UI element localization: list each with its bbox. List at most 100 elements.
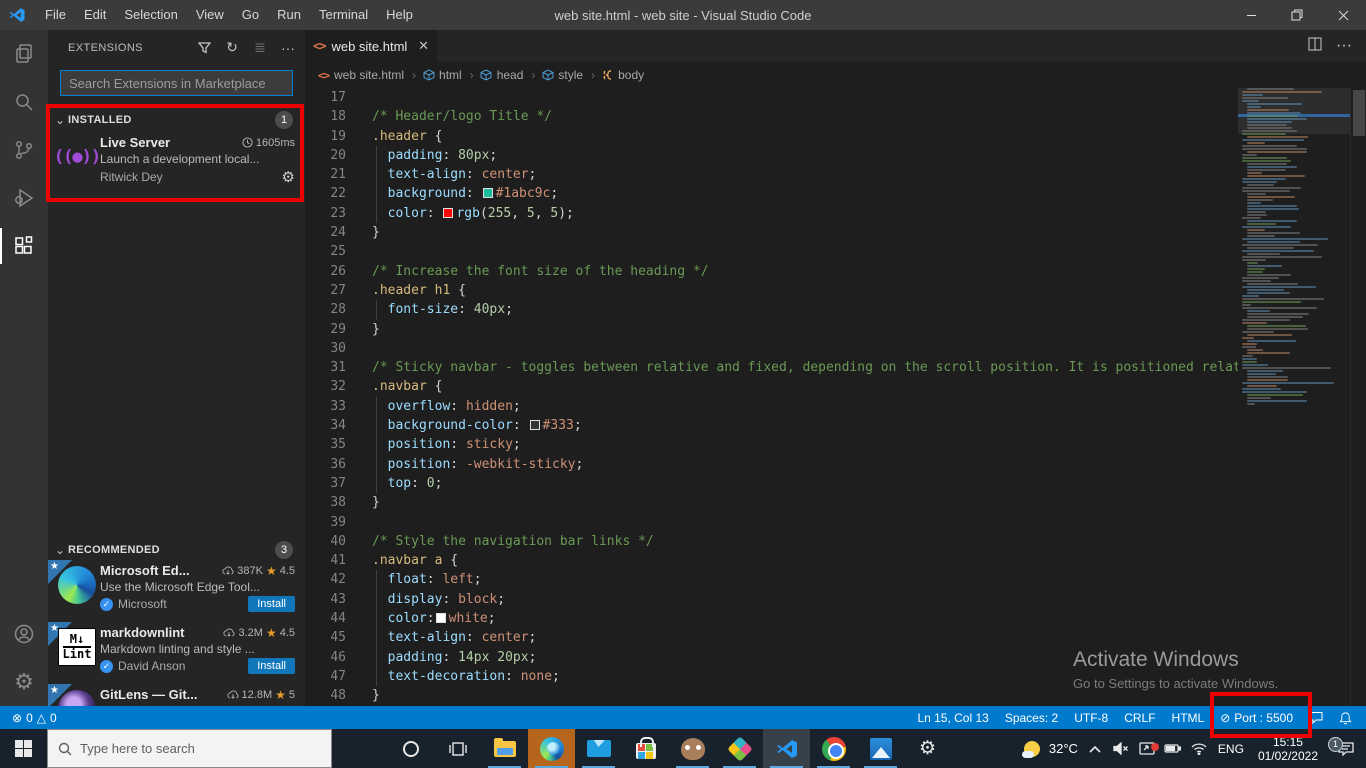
settings-icon[interactable]: ⚙: [904, 729, 951, 768]
accounts-icon[interactable]: [0, 610, 48, 658]
mail-icon[interactable]: [575, 729, 622, 768]
refresh-icon[interactable]: ↻: [223, 39, 241, 57]
more-actions-icon[interactable]: ···: [279, 39, 297, 57]
clear-results-icon[interactable]: ≣: [251, 39, 269, 57]
live-server-port[interactable]: ⊘ Port : 5500: [1212, 706, 1301, 729]
diamond-app-icon[interactable]: [716, 729, 763, 768]
install-button[interactable]: Install: [248, 658, 295, 674]
code-editor[interactable]: 17 18/* Header/logo Title */19 .header {20…: [305, 88, 1238, 706]
code-line[interactable]: 21 text-align: center;: [305, 165, 1238, 185]
task-view-icon[interactable]: [434, 729, 481, 768]
indentation-indicator[interactable]: Spaces: 2: [997, 706, 1066, 729]
tab-close-icon[interactable]: ✕: [418, 38, 429, 54]
chrome-icon[interactable]: [810, 729, 857, 768]
start-button[interactable]: [0, 729, 47, 768]
cast-screen-icon[interactable]: [1134, 742, 1160, 755]
eol-indicator[interactable]: CRLF: [1116, 706, 1163, 729]
extension-live-server[interactable]: ((●)) Live Server 1605ms Launch a develo…: [48, 132, 305, 194]
code-line[interactable]: 40/* Style the navigation bar links */: [305, 532, 1238, 551]
breadcrumb-item[interactable]: <> style: [541, 68, 599, 82]
code-line[interactable]: 23 color: rgb(255, 5, 5);: [305, 203, 1238, 224]
editor-scrollbar[interactable]: [1350, 88, 1366, 706]
battery-icon[interactable]: [1160, 743, 1186, 754]
recommended-extension-item[interactable]: ★ markdownlint 3.2M ★ 4.5 Markdown linti…: [48, 622, 305, 684]
recommended-extension-item[interactable]: ★ Microsoft Ed... 387K ★ 4.5 Use the Mic…: [48, 560, 305, 622]
store-icon[interactable]: [622, 729, 669, 768]
recommended-section-header[interactable]: ⌄ RECOMMENDED 3: [48, 538, 305, 562]
code-line[interactable]: 25: [305, 242, 1238, 261]
menu-item[interactable]: Edit: [75, 0, 115, 30]
menu-item[interactable]: View: [187, 0, 233, 30]
code-line[interactable]: 26/* Increase the font size of the headi…: [305, 262, 1238, 281]
scrollbar-thumb[interactable]: [1353, 90, 1365, 136]
file-explorer-icon[interactable]: [481, 729, 528, 768]
install-button[interactable]: Install: [248, 596, 295, 612]
extensions-icon[interactable]: [0, 222, 48, 270]
code-line[interactable]: 43 display: block;: [305, 589, 1238, 610]
chevron-up-icon[interactable]: [1082, 745, 1108, 753]
code-line[interactable]: 22 background: #1abc9c;: [305, 184, 1238, 204]
source-control-icon[interactable]: [0, 126, 48, 174]
code-line[interactable]: 28 font-size: 40px;: [305, 300, 1238, 320]
settings-gear-icon[interactable]: ⚙: [0, 658, 48, 706]
code-line[interactable]: 18/* Header/logo Title */: [305, 107, 1238, 126]
run-debug-icon[interactable]: [0, 174, 48, 222]
code-line[interactable]: 24}: [305, 223, 1238, 242]
menu-item[interactable]: Go: [233, 0, 268, 30]
code-line[interactable]: 19 .header {: [305, 127, 1238, 146]
breadcrumb-item[interactable]: <> html: [422, 68, 478, 82]
search-icon[interactable]: [0, 78, 48, 126]
language-mode[interactable]: HTML: [1164, 706, 1213, 729]
manage-gear-icon[interactable]: ⚙: [282, 168, 295, 186]
menu-item[interactable]: Terminal: [310, 0, 377, 30]
vscode-taskbar-icon[interactable]: [763, 729, 810, 768]
breadcrumb-item[interactable]: <> head: [480, 68, 540, 82]
code-line[interactable]: 37 top: 0;: [305, 473, 1238, 494]
taskbar-search[interactable]: Type here to search: [47, 729, 332, 768]
menu-item[interactable]: Help: [377, 0, 422, 30]
feedback-icon[interactable]: [1301, 706, 1331, 729]
code-line[interactable]: 20 padding: 80px;: [305, 145, 1238, 166]
code-line[interactable]: 38}: [305, 493, 1238, 512]
language-indicator[interactable]: ENG: [1212, 742, 1250, 756]
breadcrumb-item[interactable]: <> body: [601, 68, 644, 82]
more-actions-icon[interactable]: ···: [1336, 37, 1352, 55]
encoding-indicator[interactable]: UTF-8: [1066, 706, 1116, 729]
action-center-icon[interactable]: 1: [1326, 736, 1366, 756]
code-line[interactable]: 30: [305, 339, 1238, 358]
restore-button[interactable]: [1274, 0, 1320, 30]
cursor-position[interactable]: Ln 15, Col 13: [909, 706, 996, 729]
menu-item[interactable]: File: [36, 0, 75, 30]
close-button[interactable]: [1320, 0, 1366, 30]
clock[interactable]: 15:15 01/02/2022: [1250, 735, 1326, 763]
code-line[interactable]: 35 position: sticky;: [305, 435, 1238, 455]
code-line[interactable]: 36 position: -webkit-sticky;: [305, 454, 1238, 474]
weather-icon[interactable]: [1015, 740, 1049, 758]
code-line[interactable]: 32 .navbar {: [305, 377, 1238, 396]
code-line[interactable]: 44 color: white;: [305, 609, 1238, 629]
volume-muted-icon[interactable]: [1108, 742, 1134, 755]
gimp-icon[interactable]: [669, 729, 716, 768]
code-line[interactable]: 27 .header h1 {: [305, 281, 1238, 300]
code-line[interactable]: 34 background-color: #333;: [305, 416, 1238, 436]
menu-item[interactable]: Selection: [115, 0, 186, 30]
photos-icon[interactable]: [857, 729, 904, 768]
code-line[interactable]: 39: [305, 513, 1238, 532]
filter-icon[interactable]: [195, 39, 213, 57]
menu-item[interactable]: Run: [268, 0, 310, 30]
cortana-icon[interactable]: [387, 729, 434, 768]
problems-indicator[interactable]: ⊗ 0 △ 0: [4, 706, 65, 729]
code-line[interactable]: 33 overflow: hidden;: [305, 396, 1238, 417]
tab-web-site-html[interactable]: <> web site.html ✕: [305, 30, 437, 62]
split-editor-icon[interactable]: [1308, 37, 1322, 56]
installed-section-header[interactable]: ⌄ INSTALLED 1: [48, 108, 305, 132]
recommended-extension-item[interactable]: ★ GitLens — Git... 12.8M ★ 5 ✓: [48, 684, 305, 706]
code-line[interactable]: 45 text-align: center;: [305, 628, 1238, 648]
temperature[interactable]: 32°C: [1049, 741, 1078, 756]
extensions-search-input[interactable]: [60, 70, 293, 96]
code-line[interactable]: 31/* Sticky navbar - toggles between rel…: [305, 358, 1238, 377]
edge-icon[interactable]: [528, 729, 575, 768]
code-line[interactable]: 29}: [305, 320, 1238, 339]
wifi-icon[interactable]: [1186, 742, 1212, 755]
minimap[interactable]: [1238, 88, 1350, 488]
